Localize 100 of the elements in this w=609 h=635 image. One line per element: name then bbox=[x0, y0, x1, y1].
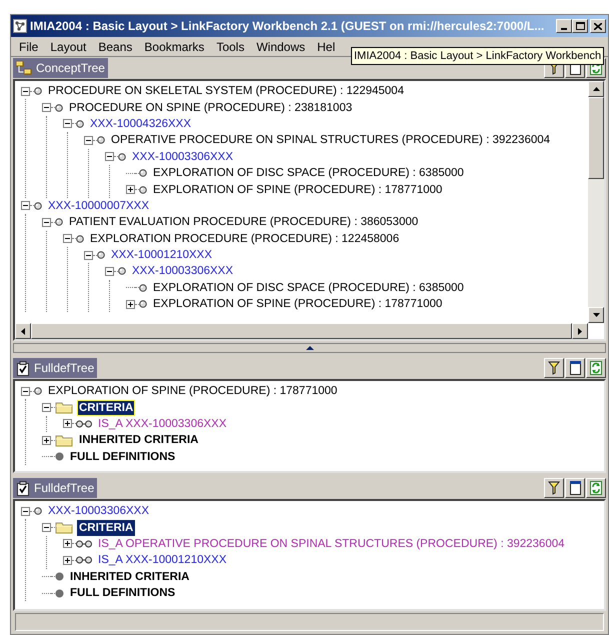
tree-item[interactable]: EXPLORATION OF SPINE (PROCEDURE) : 178771000 bbox=[151, 182, 444, 198]
bullet-icon bbox=[55, 588, 64, 598]
expand-icon[interactable] bbox=[126, 185, 135, 194]
collapse-icon[interactable] bbox=[84, 250, 93, 260]
tree-item[interactable]: XXX-10003306XXX bbox=[46, 503, 152, 520]
collapse-icon[interactable] bbox=[42, 523, 51, 532]
tree-item[interactable]: PROCEDURE ON SPINE (PROCEDURE) : 238181003 bbox=[67, 100, 354, 116]
expand-icon[interactable] bbox=[63, 419, 72, 428]
collapse-icon[interactable] bbox=[105, 152, 114, 162]
node-icon bbox=[76, 234, 84, 243]
tree-item[interactable]: IS_A XXX-10001210XXX bbox=[96, 552, 229, 568]
bullet-icon bbox=[55, 572, 64, 582]
up-arrow-icon bbox=[592, 87, 600, 91]
menu-item[interactable]: Tools bbox=[210, 38, 250, 56]
left-arrow-icon bbox=[21, 328, 25, 334]
node-icon bbox=[55, 218, 63, 226]
collapse-icon[interactable] bbox=[21, 201, 30, 210]
tree-item[interactable]: XXX-10003306XXX bbox=[130, 263, 236, 280]
tree-item[interactable]: CRITERIA bbox=[77, 400, 136, 416]
node-icon bbox=[118, 267, 126, 276]
collapse-icon[interactable] bbox=[63, 234, 72, 244]
menu-item[interactable]: Bookmarks bbox=[138, 38, 210, 56]
collapse-icon[interactable] bbox=[84, 136, 93, 145]
link-icon bbox=[76, 540, 92, 548]
collapse-icon[interactable] bbox=[63, 119, 72, 128]
checklist-icon bbox=[16, 480, 30, 496]
expand-icon[interactable] bbox=[42, 436, 51, 445]
node-icon bbox=[139, 284, 147, 292]
refresh-button[interactable] bbox=[586, 478, 606, 498]
node-icon bbox=[139, 186, 147, 194]
folder-icon bbox=[55, 401, 73, 414]
tree-item[interactable]: OPERATIVE PROCEDURE ON SPINAL STRUCTURES (PROCEDURE) : 392236004 bbox=[109, 132, 552, 148]
menu-item[interactable]: Hel bbox=[311, 38, 342, 56]
tree-item[interactable]: EXPLORATION OF SPINE (PROCEDURE) : 178771000 bbox=[46, 383, 340, 400]
collapse-icon[interactable] bbox=[21, 86, 30, 96]
collapse-icon[interactable] bbox=[21, 506, 30, 516]
node-icon bbox=[34, 202, 42, 210]
filter-button[interactable] bbox=[544, 478, 564, 498]
tree-item[interactable]: INHERITED CRITERIA bbox=[68, 568, 192, 585]
close-icon bbox=[594, 22, 602, 30]
tree-item[interactable]: CRITERIA bbox=[77, 520, 136, 536]
scrollbar-thumb[interactable] bbox=[588, 97, 604, 179]
window-button[interactable] bbox=[565, 358, 585, 378]
tree-item[interactable]: FULL DEFINITIONS bbox=[68, 585, 178, 602]
down-arrow-icon bbox=[592, 313, 600, 317]
window-icon bbox=[570, 481, 580, 495]
tree-item[interactable]: EXPLORATION OF DISC SPACE (PROCEDURE) : 6385000 bbox=[151, 280, 466, 296]
tree-item[interactable]: XXX-10001210XXX bbox=[109, 247, 214, 264]
node-icon bbox=[97, 136, 105, 144]
collapse-icon[interactable] bbox=[21, 386, 30, 396]
collapse-icon[interactable] bbox=[42, 403, 51, 412]
tree-item[interactable]: XXX-10003306XXX bbox=[130, 148, 236, 165]
maximize-button[interactable] bbox=[572, 19, 588, 33]
expand-icon[interactable] bbox=[126, 300, 135, 309]
node-icon bbox=[34, 387, 42, 396]
funnel-icon bbox=[548, 481, 560, 495]
tree-item[interactable]: IS_A XXX-10003306XXX bbox=[96, 416, 229, 432]
folder-icon bbox=[55, 434, 73, 447]
tooltip: IMIA2004 : Basic Layout > LinkFactory Workbench bbox=[351, 47, 604, 65]
node-icon bbox=[34, 507, 42, 516]
node-icon bbox=[139, 300, 147, 308]
expand-icon[interactable] bbox=[63, 539, 72, 548]
maximize-icon bbox=[576, 22, 584, 30]
tree-item[interactable]: XXX-10004326XXX bbox=[88, 116, 194, 132]
tree-item[interactable]: XXX-10000007XXX bbox=[46, 198, 152, 214]
close-button[interactable] bbox=[590, 19, 606, 33]
menu-item[interactable]: File bbox=[13, 38, 44, 56]
minimize-button[interactable] bbox=[556, 19, 572, 33]
filter-button[interactable] bbox=[544, 358, 564, 378]
node-icon bbox=[34, 87, 42, 96]
folder-icon bbox=[55, 521, 73, 534]
node-icon bbox=[139, 169, 147, 178]
tree-item[interactable]: INHERITED CRITERIA bbox=[77, 432, 200, 448]
refresh-icon bbox=[590, 361, 602, 375]
app-icon bbox=[13, 19, 27, 33]
node-icon bbox=[97, 251, 105, 260]
collapse-arrow-icon bbox=[306, 346, 314, 350]
collapse-icon[interactable] bbox=[42, 103, 51, 112]
tree-item[interactable]: PATIENT EVALUATION PROCEDURE (PROCEDURE) : 386053000 bbox=[67, 214, 420, 230]
tree-item[interactable]: IS_A OPERATIVE PROCEDURE ON SPINAL STRUCTURES (PROCEDURE) : 392236004 bbox=[96, 536, 567, 552]
menu-item[interactable]: Windows bbox=[250, 38, 312, 56]
menu-item[interactable]: Layout bbox=[44, 38, 92, 56]
tree-item[interactable]: EXPLORATION OF DISC SPACE (PROCEDURE) : 6385000 bbox=[151, 165, 466, 182]
tree-item[interactable]: PROCEDURE ON SKELETAL SYSTEM (PROCEDURE) : 122945004 bbox=[46, 83, 406, 100]
refresh-button[interactable] bbox=[586, 358, 606, 378]
tree-item[interactable]: FULL DEFINITIONS bbox=[68, 448, 178, 465]
node-icon bbox=[118, 152, 126, 161]
tree-item[interactable]: EXPLORATION PROCEDURE (PROCEDURE) : 122458006 bbox=[88, 230, 402, 247]
vertical-scrollbar[interactable] bbox=[588, 81, 604, 323]
minimize-icon bbox=[561, 28, 567, 30]
node-icon bbox=[55, 104, 63, 112]
window-icon bbox=[570, 361, 580, 375]
collapse-icon[interactable] bbox=[42, 218, 51, 227]
refresh-icon bbox=[590, 481, 602, 495]
expand-icon[interactable] bbox=[63, 556, 72, 565]
window-button[interactable] bbox=[565, 478, 585, 498]
collapse-icon[interactable] bbox=[105, 266, 114, 276]
menu-item[interactable]: Beans bbox=[92, 38, 138, 56]
checklist-icon bbox=[16, 360, 30, 376]
tree-item[interactable]: EXPLORATION OF SPINE (PROCEDURE) : 178771000 bbox=[151, 296, 444, 312]
